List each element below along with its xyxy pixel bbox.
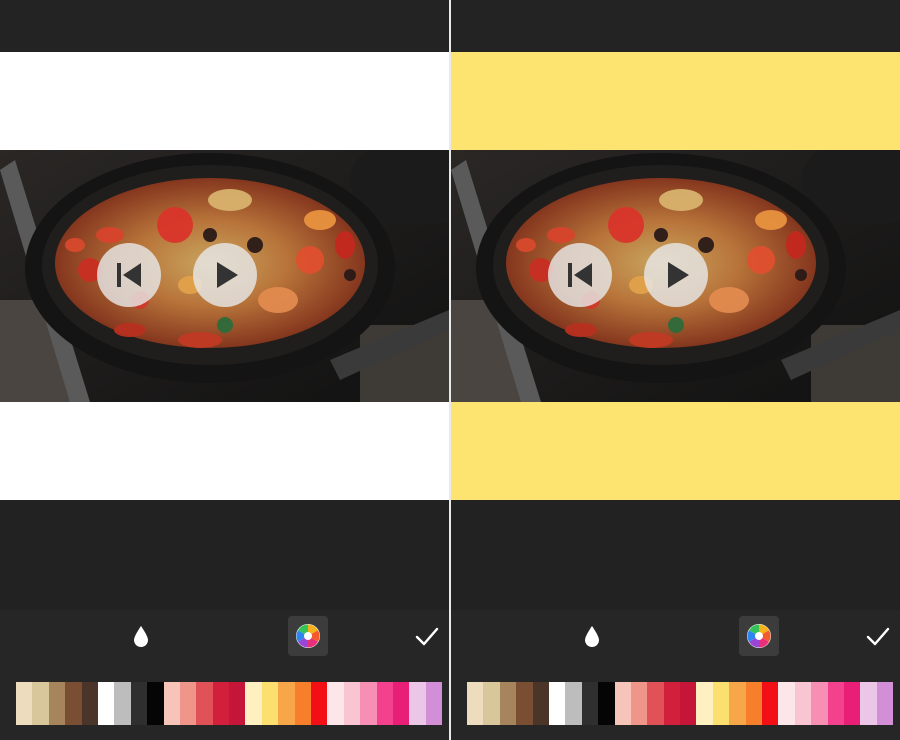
color-swatch[interactable]: [843, 682, 861, 725]
color-swatch[interactable]: [425, 682, 443, 725]
color-swatch[interactable]: [163, 682, 180, 725]
color-swatch[interactable]: [647, 682, 664, 725]
eyedropper-drop-icon: [134, 626, 148, 647]
color-swatch[interactable]: [327, 682, 344, 725]
color-swatch[interactable]: [630, 682, 648, 725]
color-swatch[interactable]: [565, 682, 582, 725]
color-swatch[interactable]: [762, 682, 779, 725]
color-wheel-icon: [296, 624, 320, 648]
color-swatch[interactable]: [794, 682, 812, 725]
color-swatch[interactable]: [680, 682, 697, 725]
color-swatch[interactable]: [114, 682, 131, 725]
color-swatch[interactable]: [97, 682, 115, 725]
color-swatch[interactable]: [261, 682, 279, 725]
play-button[interactable]: [644, 243, 708, 307]
color-swatch[interactable]: [827, 682, 844, 725]
skip-to-start-button[interactable]: [548, 243, 612, 307]
color-swatch[interactable]: [614, 682, 631, 725]
confirm-button[interactable]: [407, 616, 447, 656]
toolbar: [451, 610, 900, 662]
color-swatch[interactable]: [147, 682, 164, 725]
skip-to-start-icon: [568, 263, 592, 287]
empty-area: [451, 500, 900, 610]
color-swatch[interactable]: [360, 682, 377, 725]
color-swatch[interactable]: [499, 682, 517, 725]
swatch-row: [467, 682, 894, 725]
color-swatch[interactable]: [483, 682, 500, 725]
swatch-row: [16, 682, 443, 725]
color-swatch[interactable]: [745, 682, 763, 725]
color-wheel-button[interactable]: [739, 616, 779, 656]
color-swatch[interactable]: [409, 682, 426, 725]
video-preview[interactable]: [0, 150, 449, 402]
play-button[interactable]: [193, 243, 257, 307]
color-swatch[interactable]: [467, 682, 484, 725]
color-swatch[interactable]: [278, 682, 295, 725]
skip-to-start-button[interactable]: [97, 243, 161, 307]
color-swatch[interactable]: [32, 682, 49, 725]
confirm-button[interactable]: [858, 616, 898, 656]
eyedropper-drop-icon: [585, 626, 599, 647]
checkmark-icon: [415, 627, 439, 646]
skip-to-start-icon: [117, 263, 141, 287]
color-swatch[interactable]: [778, 682, 795, 725]
play-icon: [668, 262, 689, 288]
color-swatch[interactable]: [598, 682, 615, 725]
play-icon: [217, 262, 238, 288]
color-swatch[interactable]: [343, 682, 361, 725]
color-swatch[interactable]: [48, 682, 66, 725]
color-palette-strip: [0, 662, 449, 740]
color-wheel-button[interactable]: [288, 616, 328, 656]
color-swatch[interactable]: [81, 682, 98, 725]
color-swatch[interactable]: [130, 682, 148, 725]
empty-area: [0, 500, 449, 610]
toolbar: [0, 610, 449, 662]
color-swatch[interactable]: [696, 682, 713, 725]
canvas-background[interactable]: [451, 52, 900, 500]
color-swatch[interactable]: [729, 682, 746, 725]
checkmark-icon: [866, 627, 890, 646]
top-bar: [0, 0, 449, 52]
top-bar: [451, 0, 900, 52]
color-swatch[interactable]: [229, 682, 246, 725]
color-swatch[interactable]: [16, 682, 33, 725]
color-swatch[interactable]: [392, 682, 410, 725]
color-wheel-icon: [747, 624, 771, 648]
video-preview[interactable]: [451, 150, 900, 402]
color-swatch[interactable]: [581, 682, 599, 725]
color-swatch[interactable]: [179, 682, 197, 725]
color-swatch[interactable]: [516, 682, 533, 725]
color-swatch[interactable]: [311, 682, 328, 725]
canvas-background[interactable]: [0, 52, 449, 500]
editor-panel-white: [0, 0, 449, 740]
color-swatch[interactable]: [860, 682, 877, 725]
app-root: [0, 0, 900, 740]
color-swatch[interactable]: [712, 682, 730, 725]
eyedropper-button[interactable]: [572, 616, 612, 656]
color-palette-strip: [451, 662, 900, 740]
color-swatch[interactable]: [548, 682, 566, 725]
color-swatch[interactable]: [811, 682, 828, 725]
color-swatch[interactable]: [663, 682, 681, 725]
color-swatch[interactable]: [376, 682, 393, 725]
color-swatch[interactable]: [212, 682, 230, 725]
eyedropper-button[interactable]: [121, 616, 161, 656]
color-swatch[interactable]: [876, 682, 894, 725]
color-swatch[interactable]: [294, 682, 312, 725]
color-swatch[interactable]: [245, 682, 262, 725]
color-swatch[interactable]: [65, 682, 82, 725]
color-swatch[interactable]: [532, 682, 549, 725]
color-swatch[interactable]: [196, 682, 213, 725]
editor-panel-yellow: [451, 0, 900, 740]
